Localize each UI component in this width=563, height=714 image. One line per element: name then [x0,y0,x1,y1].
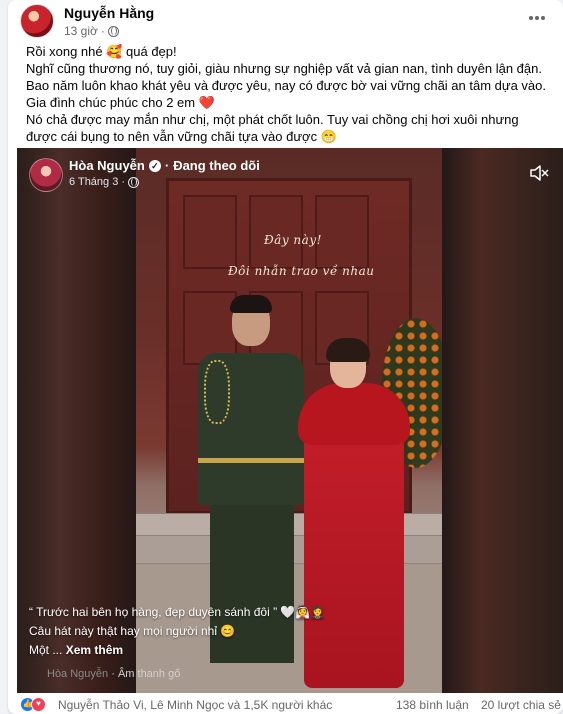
caption-line: Rồi xong nhé 🥰 quá đẹp! [26,44,177,59]
post-caption: Rồi xong nhé 🥰 quá đẹp! Nghĩ cũng thương… [26,43,551,145]
reel-caption-truncated: Một ... [29,643,63,657]
shares-count[interactable]: 20 lượt chia sẻ [481,698,561,712]
reel-overlay-text: Đôi nhẫn trao về nhau [228,264,375,278]
bride-hair [326,338,370,362]
audio-author: Hòa Nguyễn [47,668,109,680]
reel-caption: “ Trước hai bên họ hàng, đẹp duyên sánh … [29,603,359,660]
mute-icon[interactable] [529,165,549,181]
reel-separator: · [164,158,170,173]
love-icon: ♥ [31,697,46,712]
uniform-aiguillette [204,360,230,424]
globe-icon [128,176,140,188]
dot-icon [541,16,545,20]
author-avatar[interactable] [20,4,54,38]
reel-caption-line: Câu hát này thật hay mọi người nhỉ 😊 [29,624,236,638]
door-panel [183,195,237,269]
reaction-summary[interactable]: Nguyễn Thảo Vi, Lê Minh Ngọc và 1,5K ngư… [58,698,332,712]
post-footer: 👍 ♥ Nguyễn Thảo Vi, Lê Minh Ngọc và 1,5K… [20,696,561,714]
reel-date[interactable]: 6 Tháng 3 [69,176,118,188]
dot-icon [535,16,539,20]
following-button[interactable]: Đang theo dõi [173,158,260,173]
meta-separator: · [100,24,105,38]
reel-caption-line: “ Trước hai bên họ hàng, đẹp duyên sánh … [29,605,326,619]
door-panel [315,195,369,269]
reel-author-row: Hòa Nguyễn ✓ · Đang theo dõi [69,158,260,173]
verified-badge-icon: ✓ [148,159,161,172]
bride-cape [298,383,410,445]
door-panel [249,195,303,269]
comments-count[interactable]: 138 bình luận [396,698,469,712]
see-more-link[interactable]: Xem thêm [66,643,123,657]
globe-icon[interactable] [107,25,119,37]
dot-icon [529,16,533,20]
reel-audio[interactable]: Hòa Nguyễn · Âm thanh gố [47,668,180,680]
post-header: Nguyễn Hằng 13 giờ · [20,4,550,44]
shared-reel[interactable]: Đây này! Đôi nhẫn trao về nhau Hòa Nguyễ… [17,148,563,693]
reel-header: Hòa Nguyễn ✓ · Đang theo dõi 6 Tháng 3 · [29,155,551,192]
reel-caption-line: Một ... Xem thêm [29,641,359,660]
post-meta: 13 giờ · [64,24,119,38]
reel-meta: 6 Tháng 3 · [69,176,140,188]
post-time[interactable]: 13 giờ [64,24,98,38]
reel-overlay-text: Đây này! [264,233,322,247]
reaction-icons[interactable]: 👍 ♥ [20,697,46,712]
reel-author-avatar[interactable] [29,158,63,192]
caption-line: Nó chả được may mắn như chị, một phát ch… [26,112,519,144]
groom-hair [230,295,272,313]
audio-label: Âm thanh gố [117,668,181,680]
caption-line: Nghĩ cũng thương nó, tuy giỏi, giàu nhưn… [26,61,546,110]
audio-separator: · [111,668,118,680]
reel-author-name[interactable]: Hòa Nguyễn [69,158,145,173]
more-options-button[interactable] [524,8,550,28]
post-card: Nguyễn Hằng 13 giờ · Rồi xong nhé 🥰 quá … [8,0,563,714]
reel-meta-separator: · [121,176,126,188]
author-name[interactable]: Nguyễn Hằng [64,5,154,21]
uniform-belt [198,458,304,463]
